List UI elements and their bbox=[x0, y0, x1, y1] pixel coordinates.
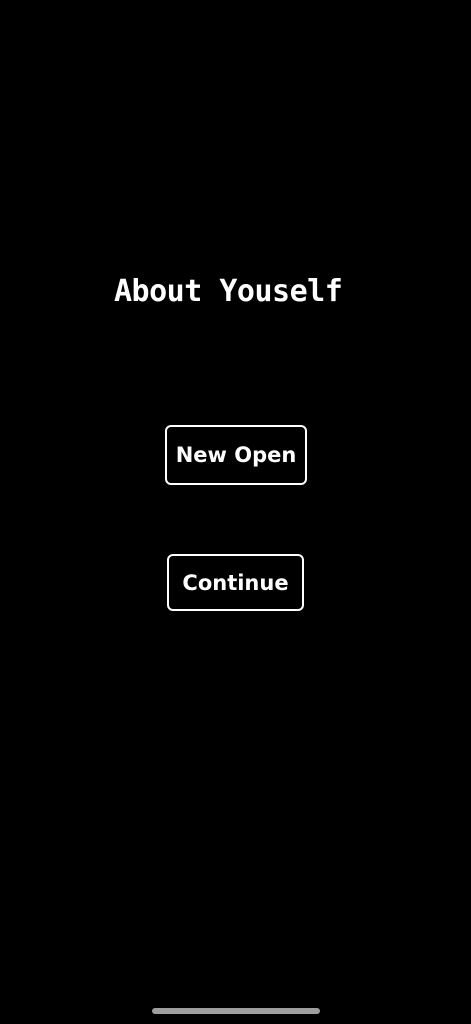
continue-button[interactable]: Continue bbox=[167, 554, 304, 611]
new-open-button[interactable]: New Open bbox=[165, 425, 307, 485]
home-indicator[interactable] bbox=[152, 1008, 320, 1014]
page-title: About Youself bbox=[114, 274, 343, 309]
